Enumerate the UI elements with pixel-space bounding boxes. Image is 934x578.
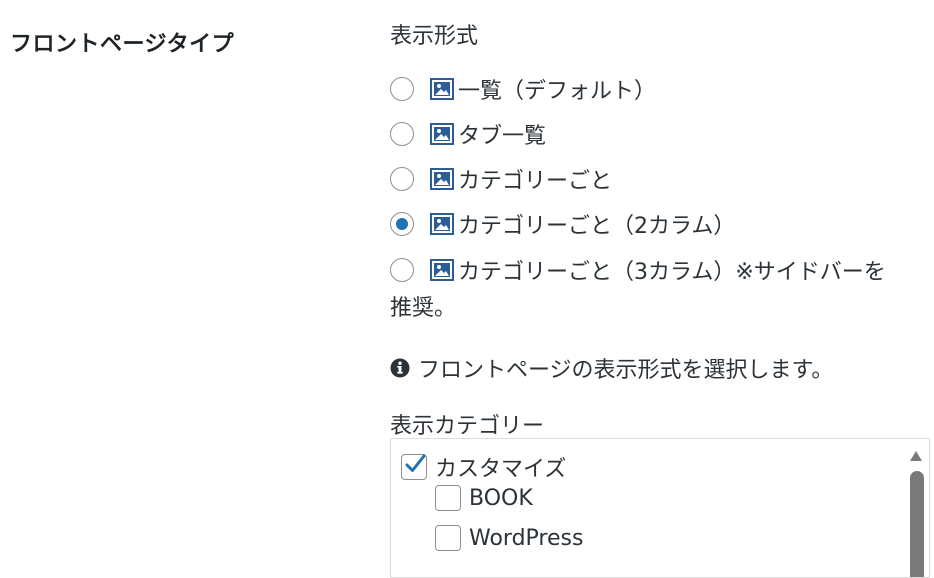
radio-label: タブ一覧: [458, 124, 547, 149]
front-page-type-label: フロントページタイプ: [10, 32, 235, 57]
checkbox-checked[interactable]: [401, 454, 427, 480]
radio-option-by-category-2col[interactable]: カテゴリーごと（2カラム）: [390, 209, 735, 239]
category-label: BOOK: [469, 485, 533, 511]
scrollbar-thumb[interactable]: [910, 471, 924, 577]
category-item-book[interactable]: BOOK: [435, 485, 533, 511]
display-categories-title: 表示カテゴリー: [390, 414, 545, 439]
radio-option-list-default[interactable]: 一覧（デフォルト）: [390, 74, 656, 104]
radio-button[interactable]: [390, 167, 414, 191]
display-format-title: 表示形式: [390, 24, 479, 49]
scroll-up-arrow-icon[interactable]: [910, 451, 922, 461]
checkbox[interactable]: [435, 525, 461, 551]
category-item-wordpress[interactable]: WordPress: [435, 525, 583, 551]
category-item-customize[interactable]: カスタマイズ: [401, 451, 566, 483]
radio-label-continuation: 推奨。: [390, 296, 457, 321]
help-label: フロントページの表示形式を選択します。: [418, 358, 834, 383]
radio-label: カテゴリーごと: [458, 169, 613, 194]
help-text: フロントページの表示形式を選択します。: [390, 352, 833, 384]
category-checklist[interactable]: カスタマイズ BOOK WordPress: [390, 438, 930, 578]
radio-label: カテゴリーごと（2カラム）: [458, 214, 736, 239]
info-icon: [390, 358, 410, 378]
radio-option-tab-list[interactable]: タブ一覧: [390, 119, 546, 149]
radio-label: カテゴリーごと（3カラム）※サイドバーを: [458, 260, 886, 285]
image-icon: [430, 123, 454, 145]
radio-button[interactable]: [390, 258, 414, 282]
image-icon: [430, 213, 454, 235]
radio-button[interactable]: [390, 77, 414, 101]
radio-option-by-category[interactable]: カテゴリーごと: [390, 164, 612, 194]
radio-option-by-category-3col[interactable]: カテゴリーごと（3カラム）※サイドバーを: [390, 255, 886, 285]
vertical-scrollbar[interactable]: [903, 439, 929, 577]
image-icon: [430, 78, 454, 100]
category-label: カスタマイズ: [435, 457, 567, 482]
radio-label: 一覧（デフォルト）: [458, 79, 657, 104]
image-icon: [430, 168, 454, 190]
radio-button-selected[interactable]: [390, 212, 414, 236]
checkbox[interactable]: [435, 485, 461, 511]
category-label: WordPress: [469, 525, 584, 551]
image-icon: [430, 259, 454, 281]
radio-button[interactable]: [390, 122, 414, 146]
